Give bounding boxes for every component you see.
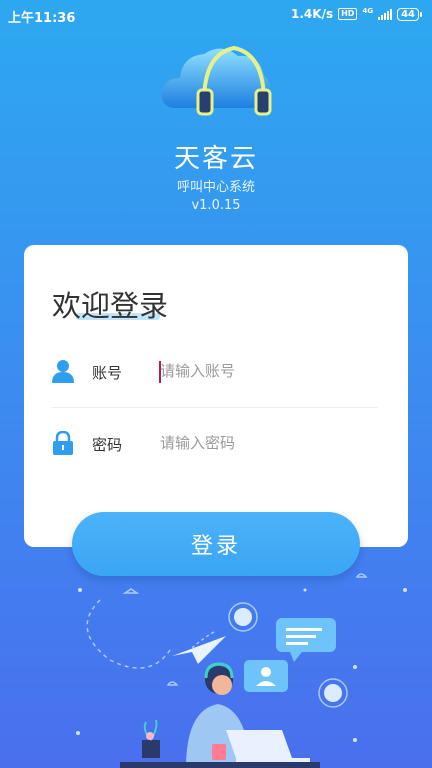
net-speed: 1.4K/s <box>291 7 334 21</box>
login-card: 欢迎登录 账号 密码 <box>24 245 408 547</box>
user-icon <box>52 360 74 383</box>
status-bar: 上午11:36 1.4K/s HD 4G 44 <box>0 0 432 30</box>
account-field: 账号 <box>52 351 378 391</box>
network-type: 4G <box>362 7 374 15</box>
lock-icon <box>53 431 73 455</box>
password-label: 密码 <box>92 436 123 454</box>
app-name: 天客云 <box>173 144 258 174</box>
status-time: 上午11:36 <box>8 11 76 26</box>
cloud-headset-logo-icon <box>161 45 272 116</box>
signal-icon <box>378 8 393 20</box>
app-subtitle: 呼叫中心系统 <box>176 180 255 195</box>
app-version: v1.0.15 <box>191 198 241 213</box>
account-label: 账号 <box>92 364 123 382</box>
field-divider <box>52 407 378 408</box>
status-right-group: 1.4K/s HD 4G 44 <box>291 7 422 21</box>
battery-level: 44 <box>397 7 419 21</box>
battery-icon: 44 <box>397 7 422 21</box>
password-field: 密码 <box>52 423 378 463</box>
login-title: 欢迎登录 <box>52 289 169 323</box>
text-caret <box>159 361 161 383</box>
call-center-agent-illustration-icon <box>76 573 407 768</box>
account-input[interactable] <box>160 357 370 385</box>
hd-badge: HD <box>338 8 358 20</box>
password-input[interactable] <box>160 429 370 457</box>
